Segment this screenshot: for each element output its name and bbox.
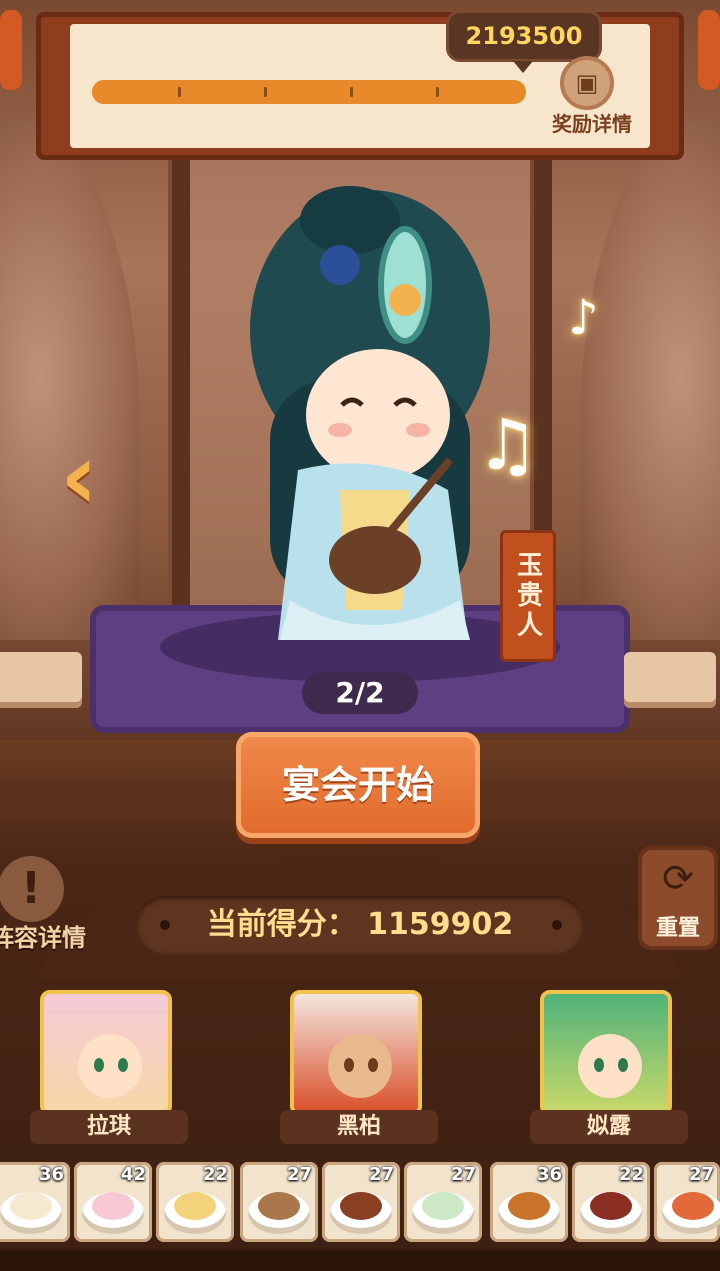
chef-slot[interactable]: 黑柏 xyxy=(280,990,440,1150)
chef-eye xyxy=(618,1058,628,1072)
progress-tick xyxy=(264,87,267,97)
character-performer[interactable] xyxy=(230,180,510,660)
target-score-bubble: 2193500 xyxy=(446,10,602,73)
pudding-icon xyxy=(92,1192,134,1220)
dish-item[interactable]: 27 xyxy=(240,1162,318,1242)
lantern-right xyxy=(698,10,720,90)
cake-icon xyxy=(590,1192,632,1220)
dish-count: 42 xyxy=(120,1164,146,1185)
dish-count: 27 xyxy=(450,1164,476,1185)
clay-pot-icon xyxy=(258,1192,300,1220)
decor-dot xyxy=(160,920,170,930)
alert-icon: ! xyxy=(0,856,64,922)
dish-count: 36 xyxy=(38,1164,64,1185)
soup-bowl-icon xyxy=(174,1192,216,1220)
stew-pot-icon xyxy=(340,1192,382,1220)
decor-dot xyxy=(552,920,562,930)
dish-inventory: 36 42 22 27 27 27 36 22 27 xyxy=(0,1162,720,1248)
dish-count: 36 xyxy=(536,1164,562,1185)
dish-item[interactable]: 22 xyxy=(572,1162,650,1242)
chef-eye xyxy=(594,1058,604,1072)
dish-count: 27 xyxy=(688,1164,714,1185)
dish-count: 27 xyxy=(368,1164,394,1185)
chef-eye xyxy=(368,1058,378,1072)
chef-name: 姒露 xyxy=(530,1110,688,1144)
chef-portrait xyxy=(290,990,422,1116)
dish-count: 22 xyxy=(618,1164,644,1185)
dish-item[interactable]: 22 xyxy=(156,1162,234,1242)
dish-item[interactable]: 36 xyxy=(490,1162,568,1242)
lineup-details-label: 阵容详情 xyxy=(0,924,86,952)
fruit-platter-icon xyxy=(672,1192,714,1220)
chef-face xyxy=(328,1034,392,1098)
progress-tick xyxy=(436,87,439,97)
reward-details-label[interactable]: 奖励详情 xyxy=(540,108,644,137)
system-nav-bar xyxy=(0,1250,720,1271)
dish-item[interactable]: 27 xyxy=(322,1162,400,1242)
character-face xyxy=(306,349,450,481)
chef-face xyxy=(78,1034,142,1098)
chef-eye xyxy=(94,1058,104,1072)
side-block-left xyxy=(0,652,82,708)
chef-eye xyxy=(118,1058,128,1072)
character-hair-bun xyxy=(300,186,400,254)
lantern-left xyxy=(0,10,22,90)
chef-face xyxy=(578,1034,642,1098)
chevron-left-icon[interactable]: ‹ xyxy=(46,431,112,524)
reset-label: 重置 xyxy=(655,916,700,941)
current-score-bar: 当前得分： 1159902 xyxy=(136,896,584,954)
score-progress-fill xyxy=(92,80,522,104)
reset-button[interactable]: ⟳ 重置 xyxy=(638,846,718,950)
treasure-chest-icon[interactable]: ▣ xyxy=(560,56,614,110)
dish-item[interactable]: 27 xyxy=(404,1162,482,1242)
stage-area: 2193500 ▣ 奖励详情 ♪ ♫ ‹ 玉贵人 2/2 xyxy=(0,0,720,760)
chef-slot[interactable]: 姒露 xyxy=(530,990,690,1150)
cheek-right xyxy=(406,423,430,437)
rice-bowl-icon xyxy=(422,1192,464,1220)
chef-eye xyxy=(344,1058,354,1072)
pillar-left xyxy=(168,150,190,610)
chef-portrait xyxy=(540,990,672,1116)
dish-item[interactable]: 42 xyxy=(74,1162,152,1242)
cheek-left xyxy=(328,423,352,437)
music-note-icon: ♫ xyxy=(476,404,539,486)
chef-name: 黑柏 xyxy=(280,1110,438,1144)
dish-count: 22 xyxy=(202,1164,228,1185)
chef-slot[interactable]: 拉琪 xyxy=(30,990,190,1150)
curtain-right xyxy=(580,120,720,640)
lineup-details-button[interactable]: ! 阵容详情 xyxy=(0,856,94,956)
side-block-right xyxy=(624,652,716,708)
dish-item[interactable]: 36 xyxy=(0,1162,70,1242)
character-name-tag: 玉贵人 xyxy=(500,530,556,662)
flower-hairpin-icon xyxy=(320,245,360,285)
chef-portrait xyxy=(40,990,172,1116)
curtain-left xyxy=(0,120,140,640)
refresh-icon: ⟳ xyxy=(662,856,694,900)
pipa-instrument-icon xyxy=(329,526,421,594)
score-progress-bar xyxy=(92,80,526,104)
dish-item[interactable]: 27 xyxy=(654,1162,720,1242)
roast-chicken-icon xyxy=(508,1192,550,1220)
dish-count: 27 xyxy=(286,1164,312,1185)
start-banquet-button[interactable]: 宴会开始 xyxy=(236,732,480,838)
ornament-gem xyxy=(389,284,421,316)
dumpling-icon xyxy=(10,1192,52,1220)
progress-tick xyxy=(350,87,353,97)
chef-name: 拉琪 xyxy=(30,1110,188,1144)
music-note-icon: ♪ xyxy=(568,290,599,346)
progress-tick xyxy=(178,87,181,97)
page-indicator: 2/2 xyxy=(302,672,418,714)
